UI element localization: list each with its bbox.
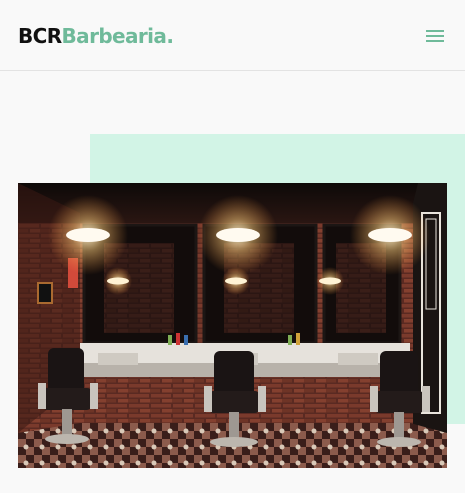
hamburger-menu-icon — [426, 30, 444, 42]
logo-text-bcr: BCR — [18, 24, 62, 48]
site-logo[interactable]: BCRBarbearia. — [18, 23, 174, 49]
menu-button[interactable] — [421, 25, 449, 47]
barbershop-photo — [18, 183, 447, 468]
site-header: BCRBarbearia. — [0, 0, 465, 71]
hero-image — [18, 183, 447, 468]
logo-text-barbearia: Barbearia. — [61, 24, 174, 48]
